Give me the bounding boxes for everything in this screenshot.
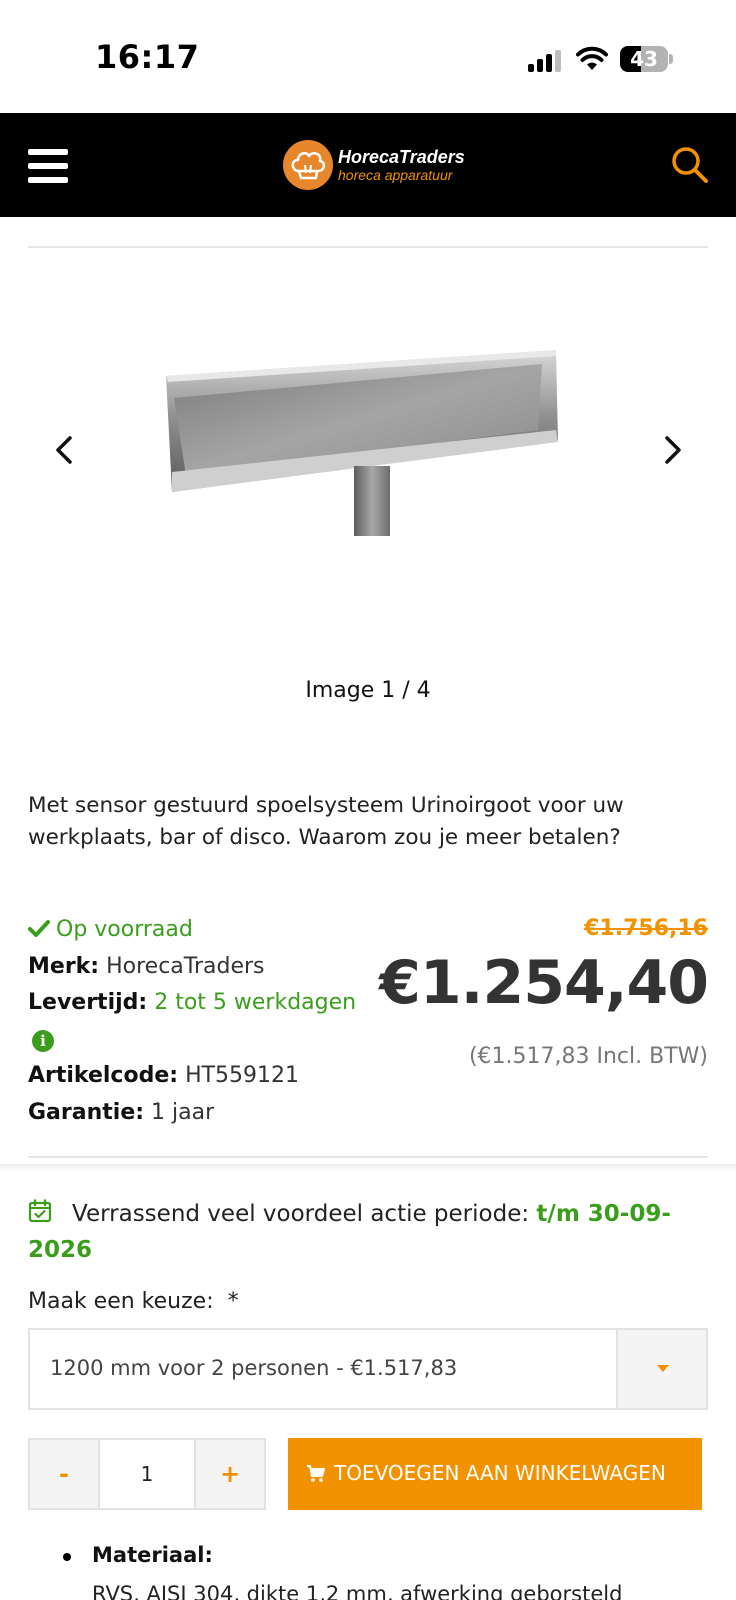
- chef-hat-icon: [283, 140, 333, 190]
- warranty-value: 1 jaar: [151, 1099, 215, 1125]
- hamburger-icon[interactable]: [28, 149, 68, 183]
- brand-tagline: horeca apparatuur: [338, 167, 453, 183]
- product-description: Met sensor gestuurd spoelsysteem Urinoir…: [28, 793, 624, 850]
- warranty-label: Garantie:: [28, 1099, 145, 1125]
- delivery-info-row: i: [28, 1022, 408, 1059]
- brand-name: HorecaTraders: [338, 147, 465, 167]
- spec-material-value: RVS, AISI 304, dikte 1,2 mm, afwerking g…: [92, 1582, 623, 1600]
- battery-icon: 43: [620, 46, 673, 72]
- brand-row: Merk: HorecaTraders: [28, 949, 408, 986]
- bullet: [63, 1553, 71, 1561]
- chevron-right-icon[interactable]: [655, 430, 691, 470]
- product-info: Op voorraad Merk: HorecaTraders Levertij…: [28, 912, 408, 1131]
- add-to-cart-button[interactable]: TOEVOEGEN AAN WINKELWAGEN: [288, 1438, 702, 1510]
- cart-icon: [307, 1465, 325, 1482]
- delivery-row: Levertijd: 2 tot 5 werkdagen: [28, 985, 408, 1022]
- check-icon: [28, 920, 50, 937]
- quantity-stepper: - +: [28, 1438, 266, 1510]
- status-bar: 16:17 43: [0, 0, 736, 113]
- brand-label: Merk:: [28, 953, 100, 979]
- article-code-label: Artikelcode:: [28, 1063, 179, 1088]
- quantity-input[interactable]: [102, 1440, 192, 1508]
- image-counter: Image 1 / 4: [305, 678, 431, 703]
- choice-label-text: Maak een keuze:: [28, 1289, 214, 1314]
- product-gallery: Image 1 / 4: [0, 250, 736, 730]
- battery-level: 43: [630, 47, 658, 71]
- current-price: €1.254,40: [379, 948, 709, 1018]
- brand-value: HorecaTraders: [106, 953, 265, 979]
- chevron-left-icon[interactable]: [46, 430, 82, 470]
- status-time: 16:17: [95, 38, 200, 76]
- add-to-cart-label: TOEVOEGEN AAN WINKELWAGEN: [334, 1461, 666, 1485]
- old-price: €1.756,16: [584, 916, 708, 941]
- caret-down-icon: [657, 1365, 669, 1372]
- wifi-icon: [576, 46, 608, 70]
- divider: [28, 1156, 708, 1158]
- stock-status: Op voorraad: [28, 912, 408, 949]
- choice-label: Maak een keuze: *: [28, 1289, 239, 1314]
- cellular-signal-icon: [528, 50, 562, 72]
- price-incl-vat: (€1.517,83 Incl. BTW): [468, 1044, 708, 1069]
- warranty-row: Garantie: 1 jaar: [28, 1095, 408, 1132]
- brand-logo[interactable]: HorecaTraders horeca apparatuur: [283, 140, 473, 192]
- delivery-label: Levertijd:: [28, 990, 148, 1015]
- quantity-decrease-button[interactable]: -: [30, 1440, 100, 1508]
- calendar-check-icon: [28, 1199, 52, 1223]
- article-code-value: HT559121: [185, 1063, 300, 1088]
- product-image-urinal-trough[interactable]: [160, 350, 580, 550]
- promo-text: Verrassend veel voordeel actie periode:: [72, 1201, 530, 1227]
- required-mark: *: [227, 1289, 239, 1314]
- variant-selected-value: 1200 mm voor 2 personen - €1.517,83: [50, 1356, 458, 1380]
- promo-banner: Verrassend veel voordeel actie periode: …: [28, 1196, 708, 1268]
- delivery-value: 2 tot 5 werkdagen: [154, 990, 357, 1015]
- variant-select[interactable]: 1200 mm voor 2 personen - €1.517,83: [28, 1328, 708, 1410]
- info-icon[interactable]: i: [32, 1029, 54, 1052]
- site-header: HorecaTraders horeca apparatuur: [0, 113, 736, 217]
- quantity-increase-button[interactable]: +: [194, 1440, 264, 1508]
- divider: [28, 246, 708, 248]
- article-code-row: Artikelcode: HT559121: [28, 1058, 408, 1095]
- section-shadow: [0, 1164, 736, 1172]
- spec-material-label: Materiaal:: [92, 1543, 213, 1567]
- search-icon[interactable]: [670, 145, 710, 185]
- stock-label: Op voorraad: [56, 917, 193, 942]
- select-toggle[interactable]: [616, 1330, 706, 1408]
